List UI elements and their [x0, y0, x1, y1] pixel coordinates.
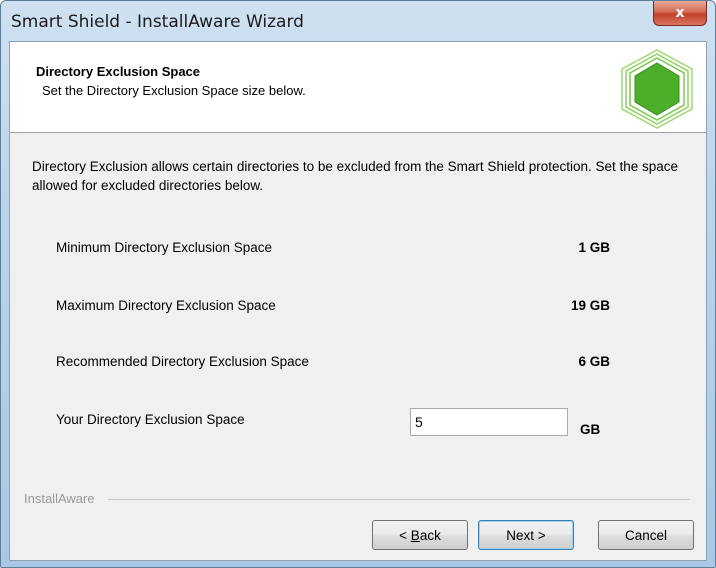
window-title: Smart Shield - InstallAware Wizard [11, 12, 304, 32]
cancel-button-label: Cancel [624, 527, 668, 543]
wizard-header: Directory Exclusion Space Set the Direct… [10, 42, 706, 133]
cancel-button[interactable]: Cancel [598, 520, 694, 550]
recommended-space-label: Recommended Directory Exclusion Space [56, 354, 309, 369]
back-button[interactable]: < Back [372, 520, 468, 550]
installaware-group-label: InstallAware [24, 491, 95, 506]
back-button-prefix: < [399, 527, 411, 543]
title-bar[interactable]: Smart Shield - InstallAware Wizard x [1, 1, 715, 41]
page-subtitle: Set the Directory Exclusion Space size b… [42, 83, 306, 98]
footer-divider [108, 499, 690, 500]
your-space-label: Your Directory Exclusion Space [56, 412, 245, 427]
page-title: Directory Exclusion Space [36, 64, 201, 79]
back-button-label: ack [419, 527, 441, 543]
next-button[interactable]: Next > [478, 520, 574, 550]
close-button[interactable]: x [653, 1, 707, 26]
description-text: Directory Exclusion allows certain direc… [32, 159, 679, 193]
next-button-label: Next > [506, 527, 546, 543]
installer-window: Smart Shield - InstallAware Wizard x Dir… [0, 0, 716, 568]
recommended-space-value: 6 GB [578, 354, 610, 369]
close-icon: x [675, 5, 685, 21]
back-button-mnemonic: B [410, 527, 420, 543]
green-hexagon-shield-icon [621, 49, 693, 129]
your-space-input[interactable] [410, 408, 568, 436]
minimum-space-value: 1 GB [578, 240, 610, 255]
your-space-unit: GB [580, 422, 601, 437]
minimum-space-label: Minimum Directory Exclusion Space [56, 240, 273, 255]
wizard-client-area: Directory Exclusion Space Set the Direct… [9, 41, 707, 561]
maximum-space-value: 19 GB [570, 298, 610, 313]
maximum-space-label: Maximum Directory Exclusion Space [56, 298, 276, 313]
